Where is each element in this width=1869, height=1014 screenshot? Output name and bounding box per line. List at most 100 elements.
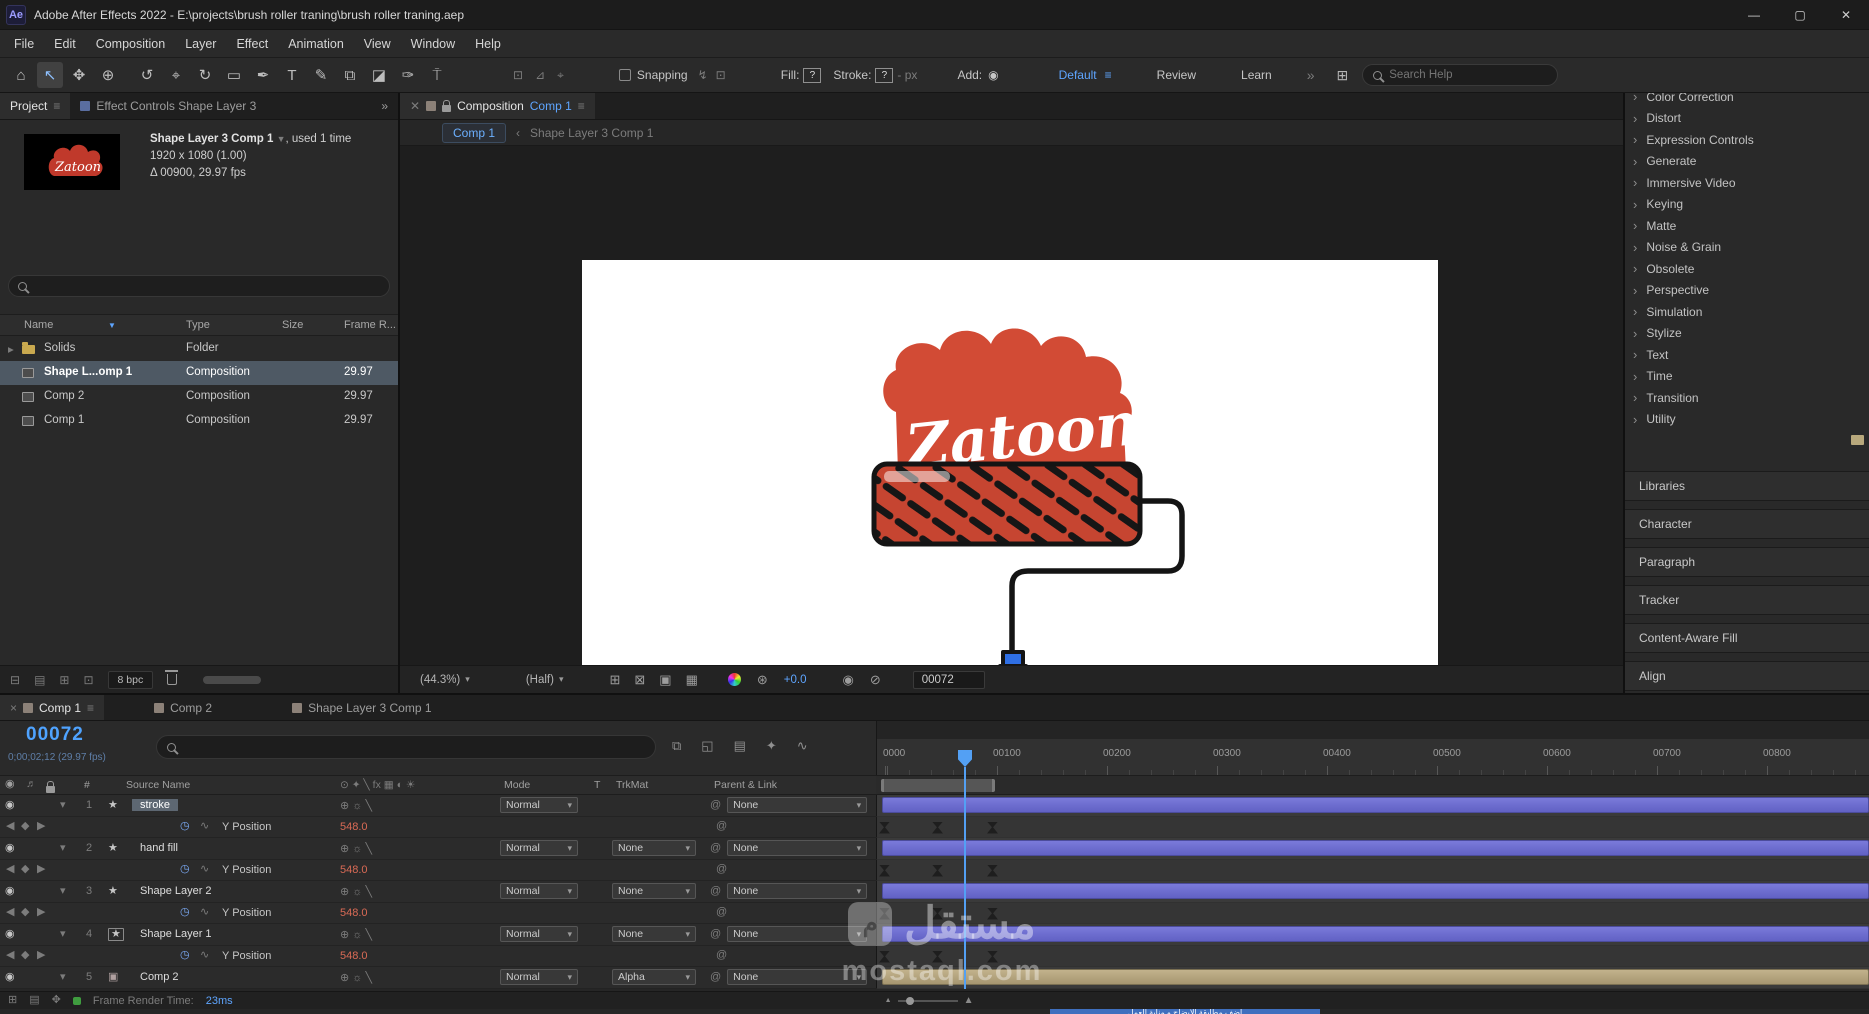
add-keyframe-icon[interactable]: ◆: [21, 906, 29, 918]
add-icon[interactable]: ◉: [988, 69, 998, 81]
composition-canvas[interactable]: Zatoon: [582, 260, 1438, 665]
col-type[interactable]: Type: [186, 319, 210, 331]
pan-camera-tool-icon[interactable]: ⌖: [163, 62, 189, 88]
timeline-tab-comp1[interactable]: × Comp 1 ≡: [0, 695, 105, 720]
workspace-menu-icon[interactable]: ≡: [1105, 69, 1112, 81]
label-chip[interactable]: [160, 368, 170, 378]
clone-stamp-tool-icon[interactable]: ⧉: [337, 62, 363, 88]
project-search-input[interactable]: [35, 278, 380, 294]
project-row-shape-comp[interactable]: Shape L...omp 1 Composition 29.97: [0, 361, 398, 385]
category-obsolete[interactable]: › Obsolete: [1625, 258, 1869, 280]
type-tool-icon[interactable]: T: [279, 62, 305, 88]
col-size[interactable]: Size: [282, 319, 303, 331]
category-matte[interactable]: › Matte: [1625, 215, 1869, 237]
panel-menu-icon[interactable]: ≡: [578, 100, 585, 112]
layer-duration-bar[interactable]: [882, 969, 1869, 985]
new-composition-icon[interactable]: ⊞: [59, 674, 69, 686]
menu-window[interactable]: Window: [401, 37, 465, 51]
layer-switches[interactable]: ⊕ ☼ ╲: [336, 799, 500, 812]
keyframe-icon[interactable]: [879, 864, 890, 877]
pick-whip-icon[interactable]: @: [710, 843, 721, 854]
blend-mode-dropdown[interactable]: Normal ▾: [500, 797, 578, 814]
help-search-input[interactable]: [1389, 69, 1548, 81]
menu-file[interactable]: File: [4, 37, 44, 51]
twirl-closed-icon[interactable]: ▾: [60, 972, 78, 983]
category-immersive-video[interactable]: › Immersive Video: [1625, 172, 1869, 194]
grid-guides-icon[interactable]: ⊞: [609, 673, 620, 686]
layer-switches[interactable]: ⊕ ☼ ╲: [336, 928, 500, 941]
interpret-footage-icon[interactable]: ⊟: [10, 674, 20, 686]
project-row-comp1[interactable]: Comp 1 Composition 29.97: [0, 409, 398, 433]
keyframe-icon[interactable]: [987, 821, 998, 834]
work-area-segment[interactable]: [881, 779, 995, 792]
minimize-button[interactable]: —: [1731, 0, 1777, 29]
layer-row-shape-layer-2[interactable]: ◉ ▾ 3 ★ Shape Layer 2 ⊕ ☼ ╲ Normal ▾ None…: [0, 881, 876, 903]
property-name[interactable]: Y Position: [222, 821, 271, 833]
keyframe-icon[interactable]: [932, 950, 943, 963]
menu-composition[interactable]: Composition: [86, 37, 175, 51]
mask-edges-icon[interactable]: ⊠: [634, 673, 645, 686]
adjust-icon[interactable]: ⊡: [83, 674, 93, 686]
property-name[interactable]: Y Position: [222, 864, 271, 876]
layer-row-comp2[interactable]: ◉ ▾ 5 ▣ Comp 2 ⊕ ☼ ╲ Normal ▾ Alpha ▾ @ Non…: [0, 967, 876, 989]
tab-project[interactable]: Project ≡: [0, 93, 71, 119]
status-layers-icon[interactable]: ▤: [29, 995, 39, 1006]
layer-name[interactable]: hand fill: [132, 842, 186, 854]
keyframe-track[interactable]: [876, 902, 1869, 924]
property-value[interactable]: 548.0: [340, 864, 368, 876]
layer-track[interactable]: [876, 967, 1869, 989]
layer-track[interactable]: [876, 881, 1869, 903]
menu-help[interactable]: Help: [465, 37, 511, 51]
trkmat-dropdown[interactable]: None ▾: [612, 883, 696, 900]
current-time-display[interactable]: 00072: [26, 724, 84, 746]
zoom-out-icon[interactable]: ▲: [885, 997, 892, 1004]
layer-duration-bar[interactable]: [882, 797, 1869, 813]
keyframe-track[interactable]: [876, 816, 1869, 838]
workspace-panel-icon[interactable]: ⊞: [1337, 68, 1349, 82]
resolution-dropdown[interactable]: (Half) ▾: [526, 674, 564, 686]
prev-keyframe-icon[interactable]: ◀: [6, 820, 14, 832]
show-snapshot-icon[interactable]: ⊘: [870, 673, 881, 686]
composition-viewport[interactable]: Zatoon: [400, 146, 1623, 665]
prev-keyframe-icon[interactable]: ◀: [6, 906, 14, 918]
channels-icon[interactable]: [727, 673, 741, 686]
keyframe-icon[interactable]: [879, 821, 890, 834]
view-axis-icon[interactable]: ⌖: [557, 69, 564, 81]
pen-tool-icon[interactable]: ✒: [250, 62, 276, 88]
pick-whip-icon[interactable]: @: [716, 863, 727, 875]
col-framerate[interactable]: Frame R...: [344, 319, 396, 331]
stopwatch-icon[interactable]: ◷: [180, 906, 190, 918]
menu-view[interactable]: View: [354, 37, 401, 51]
draft-3d-icon[interactable]: ◱: [701, 739, 713, 752]
trkmat-dropdown[interactable]: None ▾: [612, 840, 696, 857]
col-trkmat[interactable]: TrkMat: [616, 779, 648, 791]
category-noise-grain[interactable]: › Noise & Grain: [1625, 237, 1869, 259]
property-name[interactable]: Y Position: [222, 950, 271, 962]
transparency-grid-icon[interactable]: ▦: [686, 673, 698, 686]
bit-depth-button[interactable]: 8 bpc: [107, 670, 154, 689]
blend-mode-dropdown[interactable]: Normal ▾: [500, 926, 578, 943]
pick-whip-icon[interactable]: @: [710, 929, 721, 940]
keyframe-track[interactable]: [876, 859, 1869, 881]
sort-caret-icon[interactable]: ▼: [108, 321, 116, 330]
snapping-checkbox[interactable]: [618, 69, 631, 81]
trkmat-dropdown[interactable]: None ▾: [612, 926, 696, 943]
current-time-indicator[interactable]: [964, 767, 966, 989]
item-name[interactable]: Comp 1: [44, 414, 84, 426]
layer-switches[interactable]: ⊕ ☼ ╲: [336, 885, 500, 898]
category-text[interactable]: › Text: [1625, 344, 1869, 366]
trkmat-dropdown[interactable]: Alpha ▾: [612, 969, 696, 986]
snap-option-icon[interactable]: ↯: [698, 69, 708, 81]
category-expression-controls[interactable]: › Expression Controls: [1625, 129, 1869, 151]
work-area-bar[interactable]: [876, 775, 1869, 795]
panel-character[interactable]: Character: [1625, 509, 1869, 539]
col-mode[interactable]: Mode: [504, 779, 530, 791]
zoom-tool-icon[interactable]: ⊕: [95, 62, 121, 88]
exposure-reset-icon[interactable]: ⊛: [757, 673, 768, 686]
project-row-solids[interactable]: ▸ Solids Folder: [0, 337, 398, 361]
selection-tool-icon[interactable]: ↖: [37, 62, 63, 88]
add-keyframe-icon[interactable]: ◆: [21, 863, 29, 875]
world-axis-icon[interactable]: ⊿: [535, 69, 545, 81]
menu-edit[interactable]: Edit: [44, 37, 86, 51]
time-ruler[interactable]: 0000 00100 00200 00300 00400 00500 00600…: [876, 739, 1869, 775]
